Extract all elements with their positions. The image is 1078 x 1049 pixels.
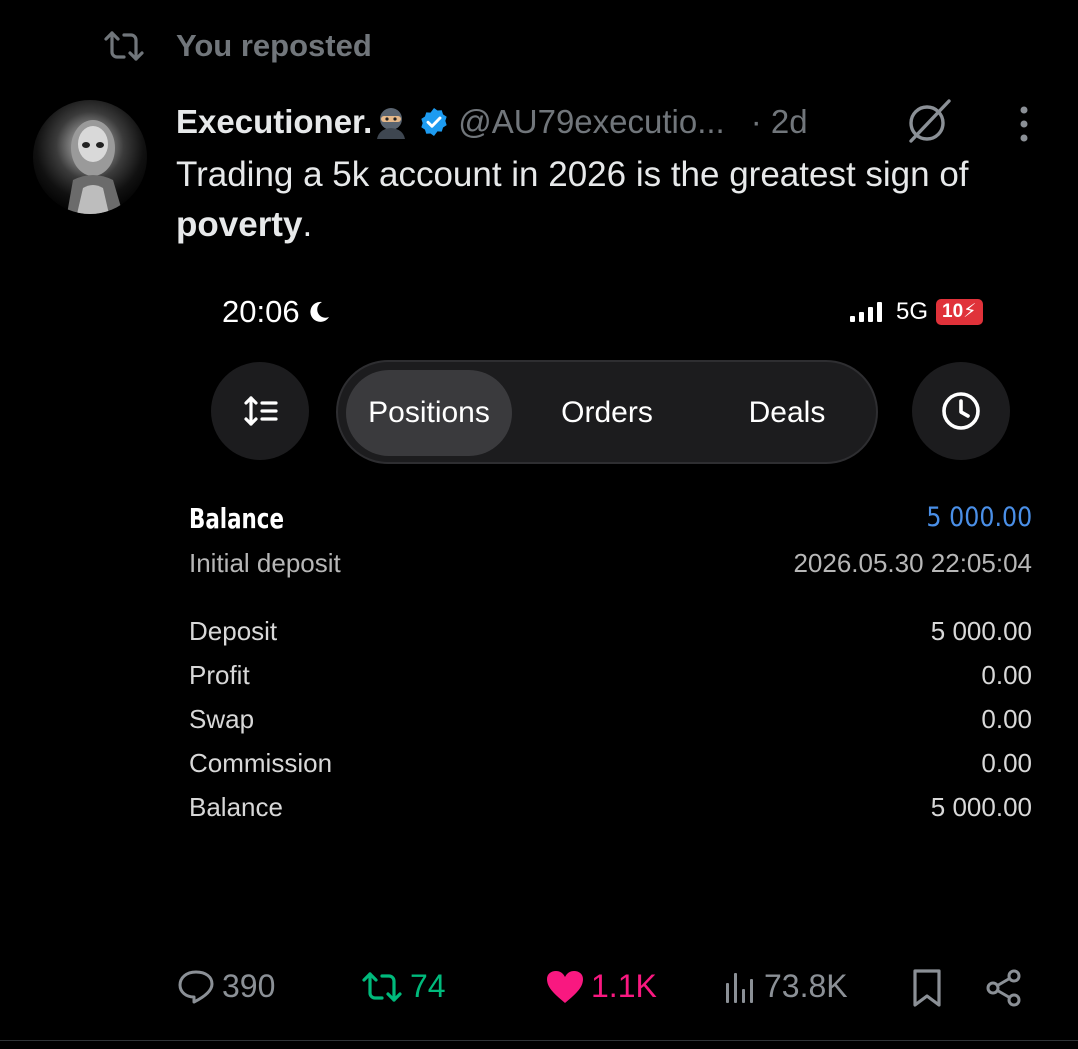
network-type: 5G xyxy=(896,298,929,325)
tab-positions-label: Positions xyxy=(368,396,490,429)
deposit-value: 5 000.00 xyxy=(930,616,1032,646)
grok-icon[interactable] xyxy=(903,97,955,145)
reply-icon xyxy=(176,969,216,1005)
divider xyxy=(0,1040,1078,1041)
repost-icon xyxy=(102,30,146,62)
phone-status-time: 20:06 xyxy=(222,294,332,330)
profit-label: Profit xyxy=(189,660,250,690)
balance-value: 5 000.00 xyxy=(926,502,1032,533)
tab-deals[interactable]: Deals xyxy=(704,370,870,456)
phone-clock: 20:06 xyxy=(222,294,300,329)
author-name[interactable]: Executioner. xyxy=(176,103,372,141)
tweet-text: Trading a 5k account in 2026 is the grea… xyxy=(176,150,1056,250)
tweet-text-end: . xyxy=(302,205,313,244)
profit-value: 0.00 xyxy=(981,660,1032,690)
tabs-segmented-control: Positions Orders Deals xyxy=(336,360,878,464)
tab-positions[interactable]: Positions xyxy=(346,370,512,456)
commission-value: 0.00 xyxy=(981,748,1032,778)
heart-icon xyxy=(545,969,585,1005)
repost-header: You reposted xyxy=(102,26,372,66)
author-handle[interactable]: @AU79executio... xyxy=(458,103,724,141)
author-row: Executioner. @AU79executio... · 2d xyxy=(176,100,808,144)
share-icon xyxy=(984,968,1024,1008)
initial-deposit-label: Initial deposit xyxy=(189,548,341,578)
history-button[interactable] xyxy=(912,362,1010,460)
share-button[interactable] xyxy=(984,968,1024,1008)
swap-value: 0.00 xyxy=(981,704,1032,734)
tab-deals-label: Deals xyxy=(748,396,826,429)
balance-total-value: 5 000.00 xyxy=(930,792,1032,822)
action-bar: 390 74 1.1K 73.8K xyxy=(0,962,1078,1016)
battery-level: 10⚡ xyxy=(936,299,983,325)
post-time[interactable]: · 2d xyxy=(751,103,808,141)
tab-orders[interactable]: Orders xyxy=(524,370,690,456)
tweet-text-bold: poverty xyxy=(176,205,303,244)
balance-title: Balance xyxy=(189,502,285,535)
initial-deposit-datetime: 2026.05.30 22:05:04 xyxy=(793,548,1032,578)
phone-status-right: 5G 10⚡ xyxy=(848,298,983,326)
reply-count: 390 xyxy=(222,968,276,1004)
views-count: 73.8K xyxy=(764,968,848,1004)
retweet-count: 74 xyxy=(410,968,446,1004)
more-icon[interactable] xyxy=(1015,104,1033,144)
clock-icon xyxy=(938,388,984,434)
battery-value: 10 xyxy=(942,301,964,322)
tab-orders-label: Orders xyxy=(561,396,653,429)
views-button[interactable]: 73.8K xyxy=(722,968,848,1005)
balance-total-label: Balance xyxy=(189,792,283,822)
like-button[interactable]: 1.1K xyxy=(545,968,657,1005)
verified-badge-icon[interactable] xyxy=(418,106,450,138)
like-count: 1.1K xyxy=(591,968,657,1004)
ninja-emoji-icon xyxy=(374,105,408,139)
bookmark-button[interactable] xyxy=(909,968,945,1008)
avatar[interactable] xyxy=(33,100,147,214)
retweet-button[interactable]: 74 xyxy=(360,968,446,1005)
commission-label: Commission xyxy=(189,748,333,778)
moon-icon xyxy=(306,299,332,325)
retweet-icon xyxy=(360,971,404,1003)
views-icon xyxy=(722,969,758,1005)
signal-icon xyxy=(848,300,888,324)
tweet-text-main: Trading a 5k account in 2026 is the grea… xyxy=(176,155,969,194)
reply-button[interactable]: 390 xyxy=(176,968,275,1005)
swap-label: Swap xyxy=(189,704,255,734)
bookmark-icon xyxy=(909,968,945,1008)
repost-label: You reposted xyxy=(176,28,372,63)
deposit-label: Deposit xyxy=(189,616,278,646)
sort-button[interactable] xyxy=(211,362,309,460)
sort-icon xyxy=(240,394,280,428)
